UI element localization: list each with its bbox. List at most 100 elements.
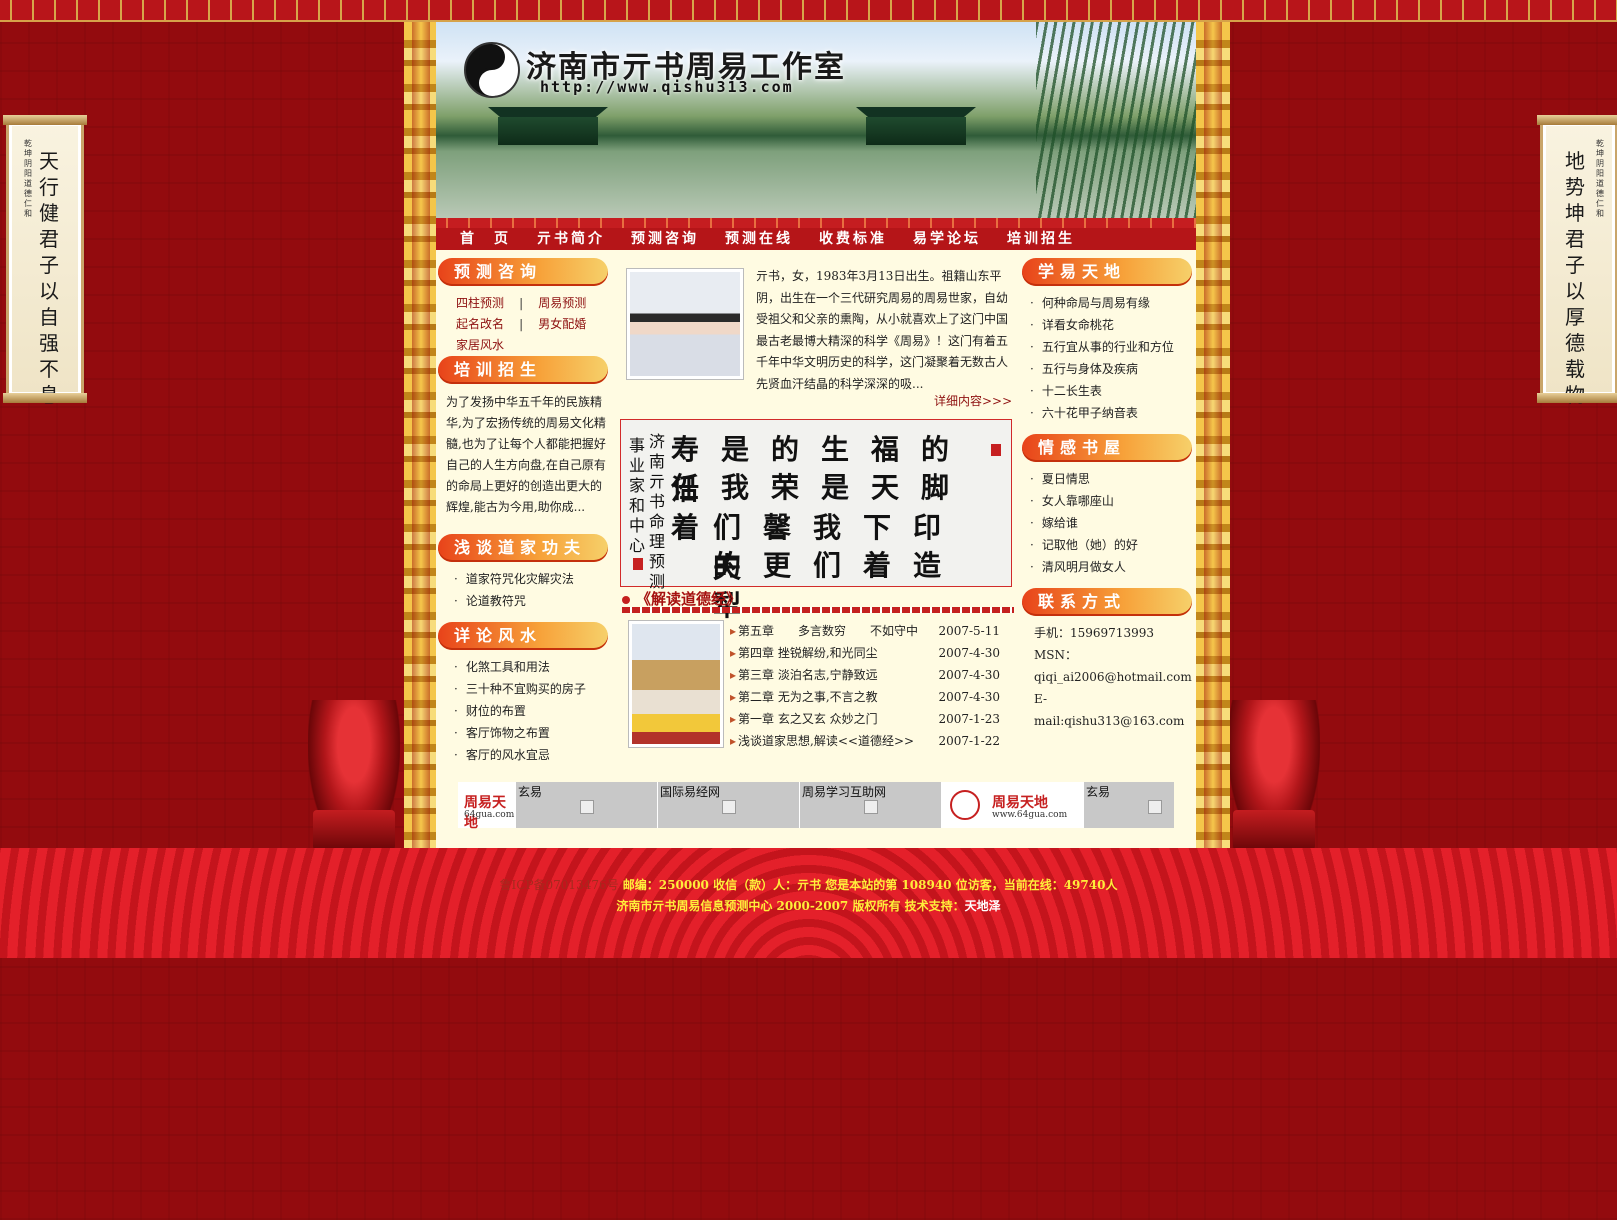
chapter-date: 2007-4-30 [938,646,1000,660]
link-label: 玄易 [1086,785,1111,799]
logo-sub: 64gua.com [464,810,515,820]
pavilion-right [866,117,966,145]
chapter-row[interactable]: ▸ 第三章 淡泊名志,宁静致远 2007-4-30 [730,664,1000,686]
link-label: 玄易 [518,785,543,799]
chapter-row[interactable]: ▸ 第四章 挫锐解纷,和光同尘 2007-4-30 [730,642,1000,664]
chapter-row[interactable]: ▸ 浅谈道家思想,解读<<道德经>> 2007-1-22 [730,730,1000,752]
list-item[interactable]: 详看女命桃花 [1030,314,1174,336]
scroll-small-text: 乾坤阴阳 道德仁和 [1596,139,1604,218]
link-64gua-logo-2[interactable]: 周易天地 www.64gua.com [942,782,1084,828]
arrow-icon: ▸ [730,646,737,660]
list-item[interactable]: 财位的布置 [454,700,586,722]
link-home-fengshui[interactable]: 家居风水 [456,338,504,352]
nav-online[interactable]: 预测在线 [725,228,793,250]
list-item[interactable]: 论道教符咒 [454,590,574,612]
chapter-title[interactable]: 第一章 玄之又玄 众妙之门 [738,712,878,726]
list-item[interactable]: 十二长生表 [1030,380,1174,402]
altar-image [632,624,720,744]
list-item[interactable]: 清风明月做女人 [1030,556,1138,578]
list-item[interactable]: 女人靠哪座山 [1030,490,1138,512]
chapter-row[interactable]: ▸ 第二章 无为之事,不言之教 2007-4-30 [730,686,1000,708]
link-sizhu[interactable]: 四柱预测 [456,296,504,310]
main-frame: 济南市亓书周易工作室 http://www.qishu313.com 首 页 亓… [436,22,1196,852]
fengshui-section-title: 详论风水 [438,622,608,650]
chapter-date: 2007-4-30 [938,690,1000,704]
chapter-row[interactable]: ▸ 第一章 玄之又玄 众妙之门 2007-1-23 [730,708,1000,730]
chapter-row[interactable]: ▸ 第五章 多言数穷 不如守中 2007-5-11 [730,620,1000,642]
list-item[interactable]: 夏日情思 [1030,468,1138,490]
profile-photo[interactable] [626,268,744,380]
logo-title: 周易天地 [992,795,1048,811]
arrow-icon: ▸ [730,690,737,704]
calligraphy-side-text: 济南亓书命理预测 [649,432,666,591]
list-item[interactable]: 五行与身体及疾病 [1030,358,1174,380]
link-64gua-logo[interactable]: 周易天地 64gua.com [458,782,516,831]
list-item[interactable]: 六十花甲子纳音表 [1030,402,1174,424]
arrow-icon: ▸ [730,712,737,726]
main-nav: 首 页 亓书简介 预测咨询 预测在线 收费标准 易学论坛 培训招生 [436,218,1196,250]
lion-base [313,810,395,850]
calligraphy-side-text: 事业家和中心 [629,436,646,555]
list-item[interactable]: 五行宜从事的行业和方位 [1030,336,1174,358]
more-link[interactable]: 详细内容>>> [934,392,1012,409]
chapter-title[interactable]: 第四章 挫锐解纷,和光同尘 [738,646,878,660]
nav-fees[interactable]: 收费标准 [819,228,887,250]
link-zhouyi-predict[interactable]: 周易预测 [538,296,586,310]
pavilion-left [498,117,598,145]
link-huzhu[interactable]: 周易学习互助网 [800,782,942,828]
nav-training[interactable]: 培训招生 [1007,228,1075,250]
list-item[interactable]: 道家符咒化灾解灾法 [454,568,574,590]
list-item[interactable]: 客厅的风水宜忌 [454,744,586,766]
dao-section-title: 《解读道德经》 [622,588,741,609]
link-naming[interactable]: 起名改名 [456,317,504,331]
list-item[interactable]: 化煞工具和用法 [454,656,586,678]
footer-line-1: 鲁ICP备07013476号 邮编：250000 收信（款）人：亓书 您是本站的… [0,876,1617,893]
footer-copyright: 济南市亓书周易信息预测中心 2000-2007 版权所有 技术支持： [616,899,965,913]
tech-support-link[interactable]: 天地泽 [965,899,1001,913]
chapter-date: 2007-5-11 [938,624,1000,638]
footer-stats: 邮编：250000 收信（款）人：亓书 您是本站的第 108940 位访客，当前… [622,878,1118,892]
chapter-title[interactable]: 第五章 多言数穷 不如守中 [738,624,918,638]
scroll-main-text: 天行健 君子以自强不息 [39,149,59,407]
chapter-date: 2007-1-23 [938,712,1000,726]
link-xuanyi[interactable]: 玄易 [516,782,658,828]
link-label: 国际易经网 [660,785,721,799]
scroll-rod [3,393,87,403]
list-item[interactable]: 记取他（她）的好 [1030,534,1138,556]
footer: 鲁ICP备07013476号 邮编：250000 收信（款）人：亓书 您是本站的… [0,848,1617,958]
top-border [0,0,1617,22]
learn-section-title: 学易天地 [1022,258,1192,286]
calligraphy-image: 事业家和中心 济南亓书命理预测 寿是的生福的沿 任我荣是天脚着 们馨我下印夫 的… [620,419,1012,622]
nav-items: 首 页 亓书简介 预测咨询 预测在线 收费标准 易学论坛 培训招生 [436,228,1196,250]
header-banner: 济南市亓书周易工作室 http://www.qishu313.com [436,22,1196,218]
chapter-title[interactable]: 浅谈道家思想,解读<<道德经>> [738,734,914,748]
chapter-title[interactable]: 第三章 淡泊名志,宁静致远 [738,668,878,682]
dragon-logo-icon [950,790,980,820]
nav-home[interactable]: 首 页 [460,228,511,250]
dao-photo[interactable] [628,620,724,748]
list-item[interactable]: 客厅饰物之布置 [454,722,586,744]
golden-pillar-left [404,22,438,852]
emotion-list: 夏日情思 女人靠哪座山 嫁给谁 记取他（她）的好 清风明月做女人 [1030,468,1138,578]
scroll-small-text: 乾坤阴阳 道德仁和 [24,139,32,218]
link-xuanyi-2[interactable]: 玄易 [1084,782,1174,828]
training-text: 为了发扬中华五千年的民族精华,为了宏扬传统的周易文化精髓,也为了让每个人都能把握… [446,395,606,514]
learn-list: 何种命局与周易有缘 详看女命桃花 五行宜从事的行业和方位 五行与身体及疾病 十二… [1030,292,1174,424]
icp-number[interactable]: 鲁ICP备07013476号 [500,878,619,892]
link-marriage[interactable]: 男女配婚 [538,317,586,331]
chapter-title[interactable]: 第二章 无为之事,不言之教 [738,690,878,704]
link-separator: | [519,317,524,331]
right-scroll: 乾坤阴阳 道德仁和 地势坤 君子以厚德载物 [1537,115,1617,407]
scroll-rod [3,115,87,125]
contact-email[interactable]: E-mail:qishu313@163.com [1034,688,1194,728]
list-item[interactable]: 嫁给谁 [1030,512,1138,534]
contact-msn[interactable]: qiqi_ai2006@hotmail.com [1034,666,1194,688]
list-item[interactable]: 三十种不宜购买的房子 [454,678,586,700]
taoism-list: 道家符咒化灾解灾法 论道教符咒 [454,568,574,612]
portrait-image [630,272,740,376]
nav-consult[interactable]: 预测咨询 [631,228,699,250]
nav-forum[interactable]: 易学论坛 [913,228,981,250]
nav-about[interactable]: 亓书简介 [537,228,605,250]
list-item[interactable]: 何种命局与周易有缘 [1030,292,1174,314]
link-guoji[interactable]: 国际易经网 [658,782,800,828]
